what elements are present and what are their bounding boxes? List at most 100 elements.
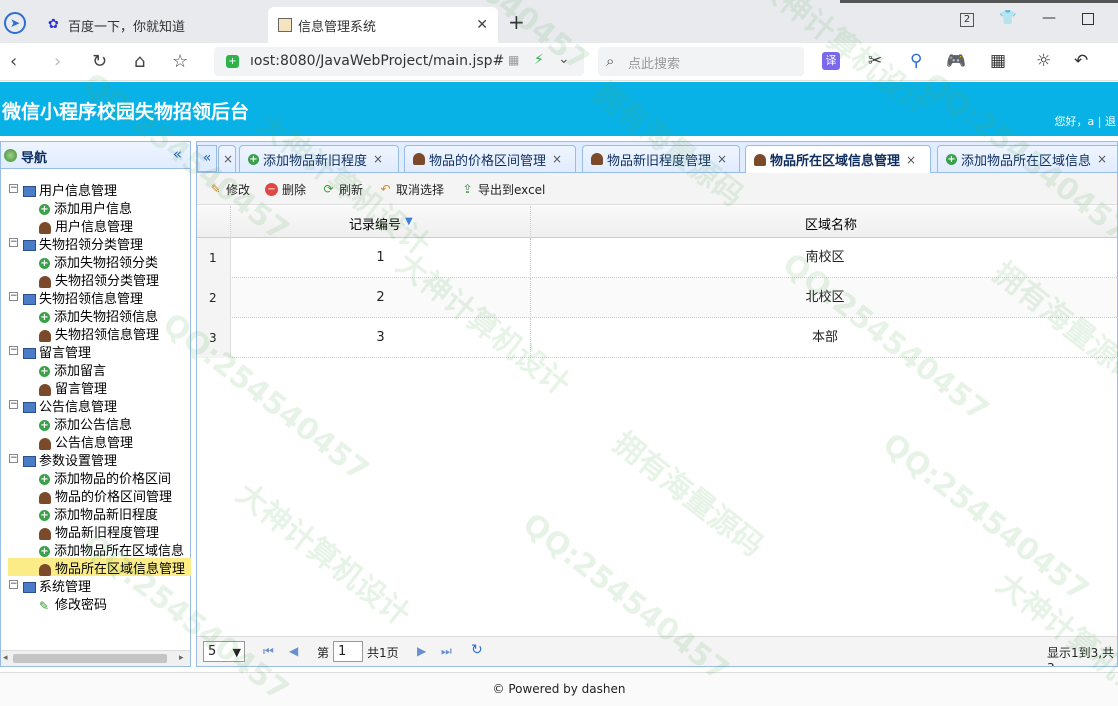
star-icon[interactable]: ☆	[172, 51, 188, 72]
last-page-icon[interactable]: ⏭	[441, 644, 452, 659]
content-tab-label: 添加物品新旧程度	[263, 153, 368, 169]
back-icon[interactable]: ‹	[10, 51, 17, 72]
nav-group-label: 用户信息管理	[39, 184, 118, 199]
nav-item[interactable]: 物品新旧程度管理	[39, 522, 159, 541]
secure-shield-icon: +	[226, 55, 239, 68]
tab-hidden[interactable]: ×	[218, 145, 236, 172]
export-excel-button[interactable]: ⇪ 导出到excel	[461, 181, 545, 198]
browser-tab-active[interactable]: 信息管理系统 ✕	[268, 7, 498, 43]
content-tab-4[interactable]: + 添加物品所在区域信息 ×	[937, 145, 1117, 172]
nav-item[interactable]: + 添加用户信息	[39, 198, 132, 217]
content-tab-label: 物品新旧程度管理	[607, 153, 712, 169]
qrcode-icon[interactable]: ▦	[508, 53, 519, 67]
window-count-badge[interactable]: 2	[960, 13, 974, 27]
nav-item[interactable]: 留言管理	[39, 378, 108, 397]
column-header-name[interactable]: 区域名称	[531, 206, 1117, 238]
first-page-icon[interactable]: ⏮	[263, 644, 274, 659]
nav-item-label: 留言管理	[55, 382, 108, 397]
collapse-tree-icon[interactable]: −	[9, 580, 18, 589]
page-number-value: 1	[338, 644, 347, 659]
nav-item[interactable]: + 添加留言	[39, 360, 106, 379]
nav-item[interactable]: 公告信息管理	[39, 432, 134, 451]
maximize-icon[interactable]	[1082, 13, 1094, 25]
collapse-tree-icon[interactable]: −	[9, 346, 18, 355]
content-tab-0[interactable]: + 添加物品新旧程度 ×	[239, 145, 399, 172]
translate-icon[interactable]: 译	[822, 52, 840, 70]
close-tab-icon[interactable]: ×	[223, 152, 233, 166]
nav-item[interactable]: 失物招领信息管理	[39, 324, 159, 343]
new-tab-button[interactable]: +	[508, 10, 525, 34]
refresh-button[interactable]: ⟳ 刷新	[322, 181, 363, 198]
close-tab-icon[interactable]: ✕	[476, 17, 488, 33]
edit-button[interactable]: ✎ 修改	[209, 181, 250, 198]
browser-logo-icon[interactable]: ➤	[4, 12, 26, 34]
horizontal-scrollbar[interactable]: ◂ ▸	[1, 650, 190, 666]
clear-selection-button[interactable]: ↶ 取消选择	[379, 181, 444, 198]
nav-item[interactable]: ✎ 修改密码	[39, 594, 108, 613]
scroll-right-icon[interactable]: ▸	[179, 653, 184, 663]
prev-page-icon[interactable]: ◀	[289, 644, 298, 658]
collapse-tree-icon[interactable]: −	[9, 454, 18, 463]
column-header-id[interactable]: 记录编号 ▼	[231, 206, 531, 238]
lightning-icon[interactable]: ⚡	[534, 52, 544, 68]
tab-scroll-left-icon[interactable]: «	[197, 145, 217, 172]
nav-item[interactable]: 用户信息管理	[39, 216, 133, 235]
reload-icon[interactable]: ↻	[92, 51, 107, 72]
collapse-tree-icon[interactable]: −	[9, 184, 18, 193]
search-box[interactable]: ⌕ 点此搜索	[598, 47, 804, 76]
close-tab-icon[interactable]: ×	[717, 152, 727, 166]
browser-tab-baidu[interactable]: ✿ 百度一下，你就知道	[40, 7, 268, 43]
content-tab-1[interactable]: 物品的价格区间管理 ×	[404, 145, 576, 172]
collapse-tree-icon[interactable]: −	[9, 400, 18, 409]
apps-grid-icon[interactable]: ▦	[990, 51, 1006, 71]
table-row[interactable]: 3 3 本部	[197, 318, 1117, 358]
nav-item[interactable]: + 添加物品新旧程度	[39, 504, 158, 523]
nav-item[interactable]: 物品的价格区间管理	[39, 486, 172, 505]
column-label-id: 记录编号	[349, 218, 402, 233]
delete-button[interactable]: − 删除	[265, 181, 306, 198]
app-header: 微信小程序校园失物招领后台 您好，a | 退	[0, 82, 1118, 136]
table-row[interactable]: 1 1 南校区	[197, 238, 1117, 278]
close-tab-icon[interactable]: ×	[552, 152, 562, 166]
gamepad-icon[interactable]: 🎮	[946, 51, 966, 70]
next-page-icon[interactable]: ▶	[417, 644, 426, 658]
home-icon[interactable]: ⌂	[134, 51, 145, 72]
user-greeting[interactable]: 您好，a | 退	[1055, 113, 1116, 129]
collapse-tree-icon[interactable]: −	[9, 238, 18, 247]
nav-item[interactable]: 物品所在区域信息管理	[39, 558, 185, 577]
nav-item[interactable]: + 添加物品所在区域信息	[39, 540, 184, 559]
nav-item-label: 添加失物招领信息	[54, 310, 159, 325]
sun-icon[interactable]: ☼	[1036, 51, 1051, 71]
page-number-input[interactable]: 1	[333, 641, 363, 662]
nav-item-label: 公告信息管理	[55, 436, 134, 451]
page-size-select[interactable]: 5 ▼	[203, 641, 245, 662]
nav-item-label: 修改密码	[55, 598, 108, 613]
close-tab-icon[interactable]: ×	[906, 153, 916, 167]
forward-icon[interactable]: ›	[54, 51, 61, 72]
footer-text: © Powered by dashen	[492, 682, 626, 696]
nav-item[interactable]: + 添加失物招领信息	[39, 306, 159, 325]
close-tab-icon[interactable]: ×	[373, 152, 383, 166]
scissors-icon[interactable]: ✂	[868, 51, 882, 71]
url-text[interactable]: ıost:8080/JavaWebProject/main.jsp#	[250, 53, 504, 69]
nav-item[interactable]: 失物招领分类管理	[39, 270, 159, 289]
scrollbar-thumb[interactable]	[13, 654, 167, 663]
nav-item[interactable]: + 添加失物招领分类	[39, 252, 158, 271]
nav-item[interactable]: + 添加物品的价格区间	[39, 468, 171, 487]
search-icon: ⌕	[606, 52, 615, 70]
table-row[interactable]: 2 2 北校区	[197, 278, 1117, 318]
nav-item[interactable]: + 添加公告信息	[39, 414, 132, 433]
content-tab-2[interactable]: 物品新旧程度管理 ×	[582, 145, 740, 172]
content-tab-3[interactable]: 物品所在区域信息管理 ×	[745, 145, 931, 173]
close-tab-icon[interactable]: ×	[1097, 152, 1107, 166]
minimize-icon[interactable]: —	[1042, 10, 1056, 26]
chevron-down-icon[interactable]: ⌄	[558, 51, 570, 67]
reload-page-icon[interactable]: ↻	[471, 642, 483, 658]
collapse-tree-icon[interactable]: −	[9, 292, 18, 301]
scroll-left-icon[interactable]: ◂	[3, 653, 8, 663]
address-bar[interactable]: + ıost:8080/JavaWebProject/main.jsp# ▦ ⚡…	[214, 47, 584, 76]
cell-name: 北校区	[805, 290, 845, 305]
magnifier-icon[interactable]: ⚲	[910, 51, 922, 71]
undo-icon[interactable]: ↶	[1074, 51, 1088, 71]
shirt-icon[interactable]: 👕	[999, 10, 1016, 26]
